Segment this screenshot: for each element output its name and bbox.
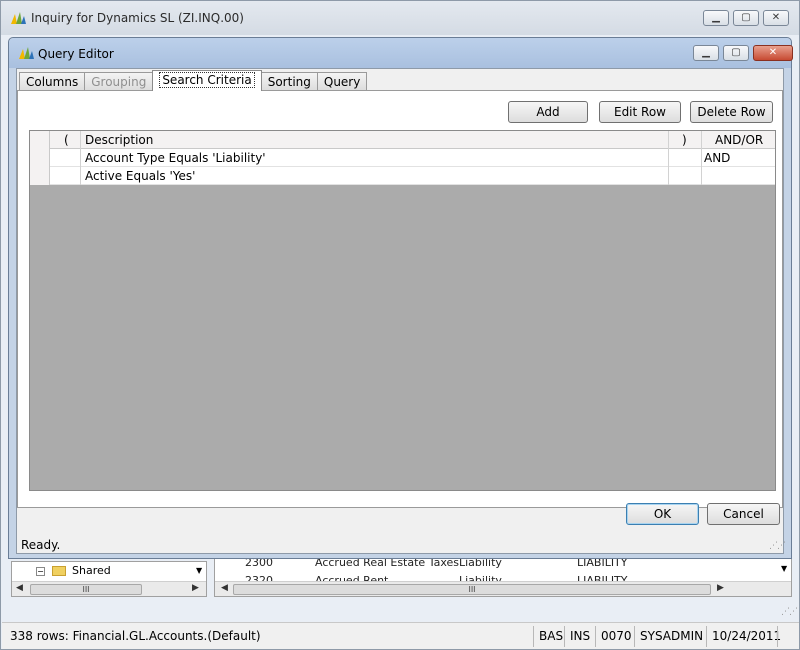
- maximize-icon: ▢: [731, 47, 741, 58]
- scroll-thumb[interactable]: III: [30, 584, 142, 595]
- results-grid[interactable]: 2300 Accrued Real Estate Taxes Liability…: [214, 557, 792, 597]
- tab-strip: Columns Grouping Search Criteria Sorting…: [19, 70, 368, 91]
- tab-label: Search Criteria: [159, 72, 255, 88]
- resize-grip-icon[interactable]: ⋰⋰: [769, 541, 786, 551]
- col-and-or[interactable]: AND/OR: [715, 131, 763, 149]
- dynamics-logo-icon: [19, 47, 34, 59]
- grid-scroll-down-icon[interactable]: ▼: [781, 564, 787, 573]
- status-mode-ins: INS: [570, 629, 591, 643]
- dialog-minimize-button[interactable]: ▁: [693, 45, 719, 61]
- row-selector[interactable]: [30, 167, 50, 185]
- edit-row-button[interactable]: Edit Row: [599, 101, 681, 123]
- status-user: SYSADMIN: [640, 629, 704, 643]
- table-row[interactable]: Account Type Equals 'Liability' AND: [30, 149, 775, 167]
- tab-grouping: Grouping: [84, 72, 154, 91]
- dialog-status-text: Ready.: [21, 538, 61, 552]
- maximize-icon: ▢: [741, 12, 751, 23]
- ok-button[interactable]: OK: [626, 503, 699, 525]
- table-row[interactable]: 2300 Accrued Real Estate Taxes Liability…: [215, 558, 791, 572]
- dialog-title-bar[interactable]: Query Editor ▁ ▢ ✕: [9, 38, 793, 68]
- tree-item-label: Shared: [72, 564, 111, 577]
- close-button[interactable]: ✕: [763, 10, 789, 26]
- cell-description: Account Type Equals 'Liability': [85, 151, 266, 165]
- tree-expander-icon[interactable]: −: [36, 566, 45, 576]
- grid-hscrollbar[interactable]: ◀ III ▶: [215, 581, 791, 596]
- col-open-paren[interactable]: (: [64, 131, 69, 149]
- col-description[interactable]: Description: [85, 131, 153, 149]
- tree-hscrollbar[interactable]: ◀ III ▶: [12, 581, 206, 596]
- status-bar: 338 rows: Financial.GL.Accounts.(Default…: [2, 622, 799, 649]
- status-company: 0070: [601, 629, 632, 643]
- dialog-title: Query Editor: [38, 47, 114, 61]
- close-icon: ✕: [768, 47, 778, 58]
- close-icon: ✕: [771, 12, 781, 23]
- table-row[interactable]: Active Equals 'Yes': [30, 167, 775, 185]
- minimize-icon: ▁: [702, 47, 710, 58]
- col-close-paren[interactable]: ): [682, 131, 687, 149]
- folder-icon: [51, 566, 66, 576]
- tree-scroll-down-icon[interactable]: ▼: [196, 566, 202, 575]
- minimize-icon: ▁: [712, 12, 720, 23]
- tab-sorting[interactable]: Sorting: [260, 72, 318, 91]
- query-editor-dialog: Query Editor ▁ ▢ ✕ Columns Grouping Sear…: [8, 37, 793, 559]
- row-selector[interactable]: [30, 149, 50, 167]
- dialog-close-button[interactable]: ✕: [753, 45, 793, 61]
- dialog-maximize-button[interactable]: ▢: [723, 45, 749, 61]
- inquiry-title-bar[interactable]: Inquiry for Dynamics SL (ZI.INQ.00) ▁ ▢ …: [1, 1, 799, 35]
- minimize-button[interactable]: ▁: [703, 10, 729, 26]
- cancel-button[interactable]: Cancel: [707, 503, 780, 525]
- tab-columns[interactable]: Columns: [19, 72, 86, 91]
- scroll-left-icon[interactable]: ◀: [221, 583, 228, 593]
- maximize-button[interactable]: ▢: [733, 10, 759, 26]
- tree-item-shared[interactable]: − Shared: [36, 564, 111, 577]
- status-date: 10/24/2011: [712, 629, 782, 643]
- scroll-thumb[interactable]: III: [233, 584, 711, 595]
- grid-header: ( Description ) AND/OR: [30, 131, 775, 149]
- tab-search-criteria[interactable]: Search Criteria: [152, 70, 262, 91]
- delete-row-button[interactable]: Delete Row: [690, 101, 773, 123]
- criteria-grid[interactable]: ( Description ) AND/OR Account Type Equa…: [29, 130, 776, 491]
- row-header-corner: [30, 131, 50, 149]
- dialog-body: Columns Grouping Search Criteria Sorting…: [16, 68, 786, 554]
- scroll-right-icon[interactable]: ▶: [192, 583, 199, 593]
- scroll-right-icon[interactable]: ▶: [717, 583, 724, 593]
- cell-and-or: AND: [704, 151, 731, 165]
- inquiry-window-title: Inquiry for Dynamics SL (ZI.INQ.00): [31, 11, 244, 25]
- add-button[interactable]: Add: [508, 101, 588, 123]
- dynamics-logo-icon: [11, 12, 26, 24]
- tab-query[interactable]: Query: [316, 72, 368, 91]
- status-row-count: 338 rows: Financial.GL.Accounts.(Default…: [10, 629, 261, 643]
- query-tree[interactable]: − Shared ▼ ◀ III ▶: [11, 561, 207, 597]
- resize-grip-icon[interactable]: ⋰⋰: [781, 607, 798, 617]
- search-criteria-panel: Add Edit Row Delete Row ( Description ) …: [17, 90, 783, 508]
- cell-description: Active Equals 'Yes': [85, 169, 196, 183]
- scroll-left-icon[interactable]: ◀: [16, 583, 23, 593]
